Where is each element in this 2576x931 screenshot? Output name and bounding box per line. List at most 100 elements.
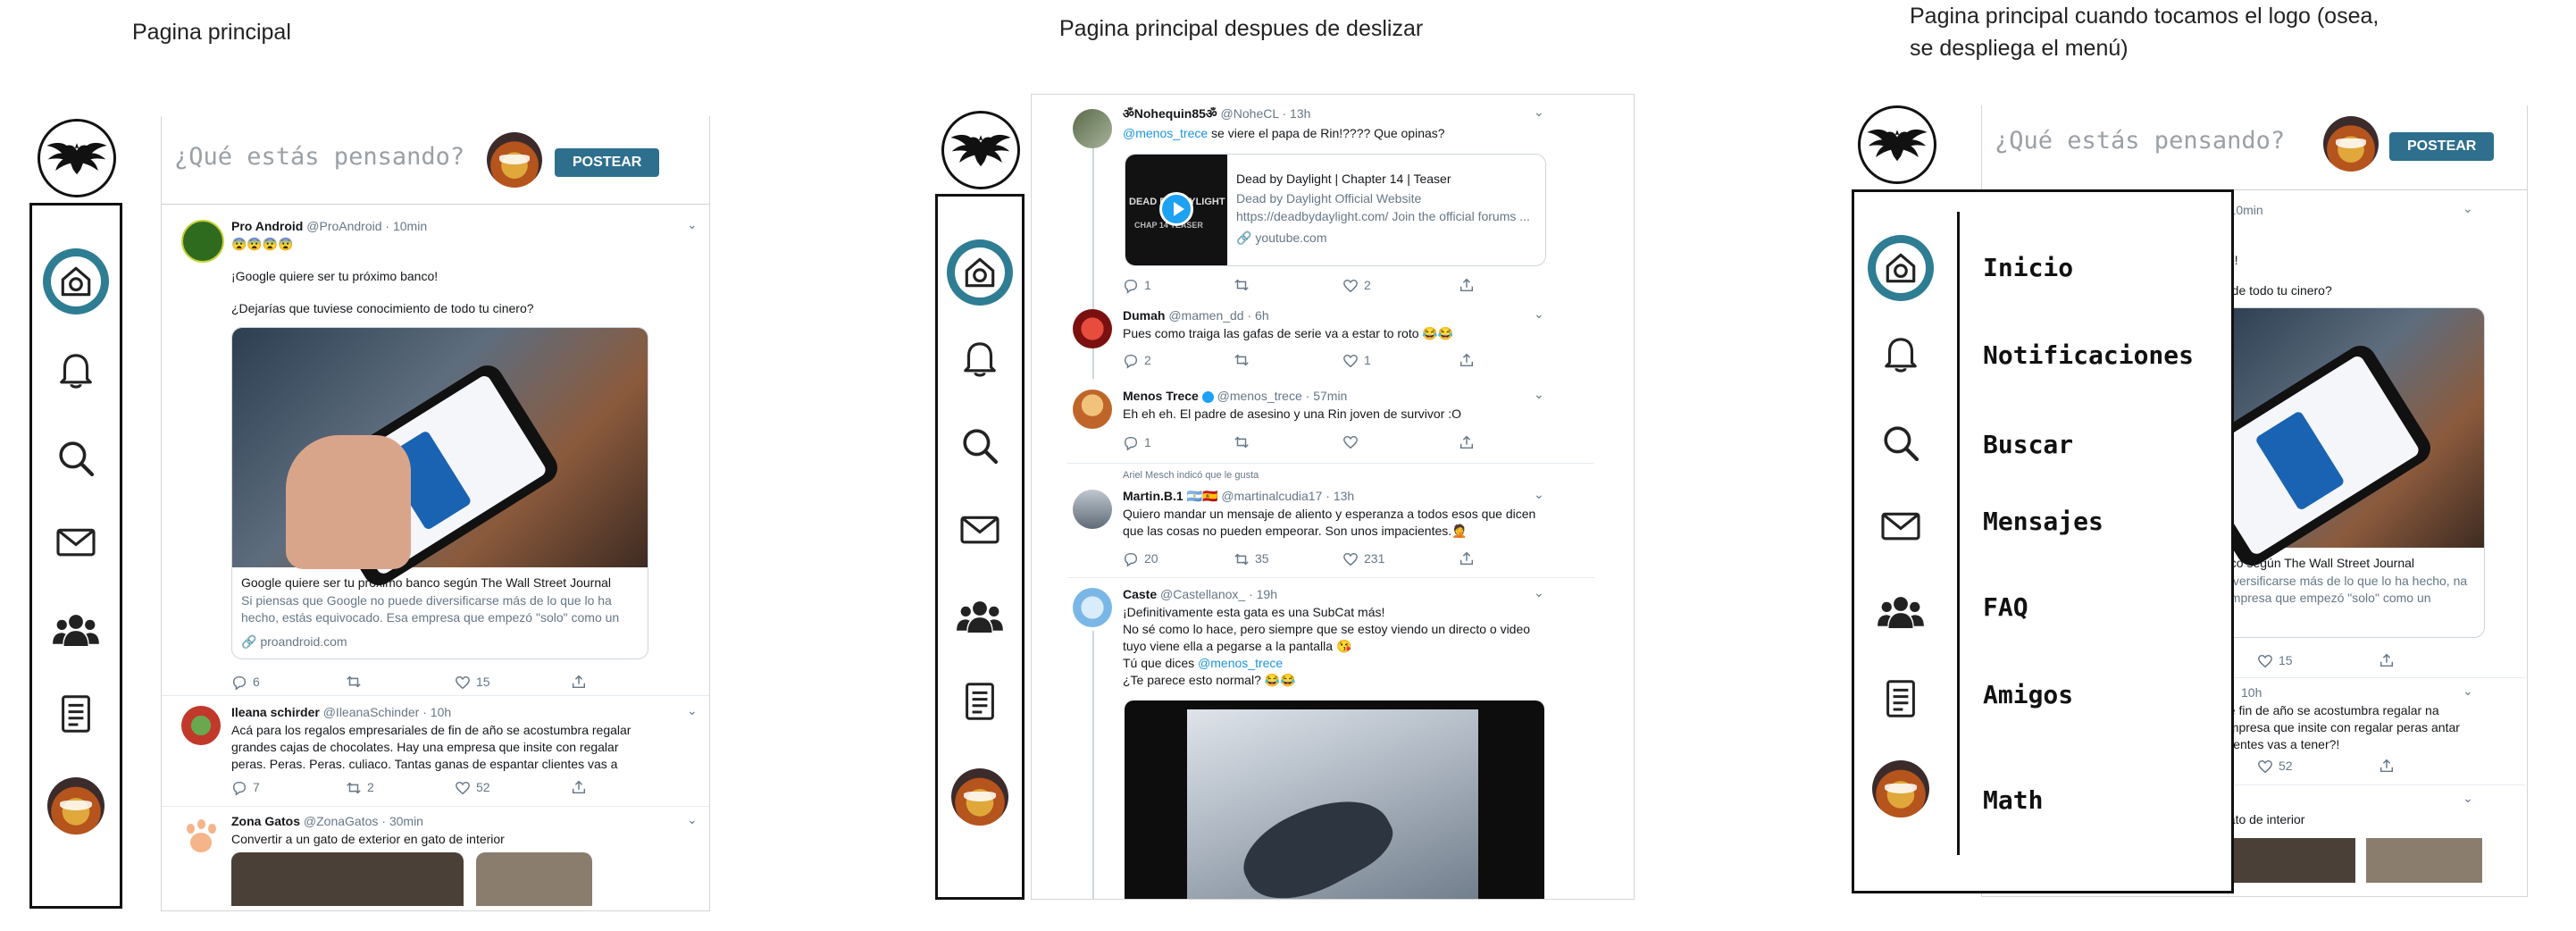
- search-icon[interactable]: [956, 422, 1004, 470]
- tweet-handle[interactable]: @mamen_dd: [1168, 308, 1243, 323]
- menu-item-faq[interactable]: FAQ: [1983, 592, 2028, 622]
- tweet-handle[interactable]: @ProAndroid: [306, 219, 381, 233]
- share-button[interactable]: [1459, 434, 1475, 450]
- document-icon[interactable]: [1877, 675, 1925, 723]
- compose-input[interactable]: ¿Qué estás pensando?: [174, 143, 464, 171]
- tweet[interactable]: Caste @Castellanox_ · 19h ⌄ ¡Definitivam…: [1032, 584, 1634, 899]
- eagle-logo-icon[interactable]: [941, 111, 1020, 189]
- mention-link[interactable]: @menos_trece: [1198, 656, 1283, 670]
- tweet-handle[interactable]: @IleanaSchinder: [323, 705, 420, 719]
- chevron-down-icon[interactable]: ⌄: [1534, 386, 1544, 403]
- like-button[interactable]: 52: [455, 779, 490, 796]
- like-button[interactable]: 15: [2257, 652, 2293, 669]
- eagle-logo-icon[interactable]: [1858, 105, 1936, 184]
- bell-icon[interactable]: [52, 346, 100, 394]
- tweet-author[interactable]: Zona Gatos: [231, 814, 300, 828]
- group-icon[interactable]: [52, 606, 100, 654]
- chevron-down-icon[interactable]: ⌄: [687, 702, 698, 719]
- tweet[interactable]: Dumah @mamen_dd · 6h ⌄ Pues como traiga …: [1032, 306, 1634, 381]
- profile-avatar[interactable]: [951, 768, 1008, 826]
- retweet-button[interactable]: [1234, 352, 1250, 368]
- chevron-down-icon[interactable]: ⌄: [1534, 306, 1544, 323]
- group-icon[interactable]: [956, 592, 1004, 641]
- like-button[interactable]: 2: [1342, 277, 1371, 294]
- search-icon[interactable]: [1877, 419, 1925, 467]
- chevron-down-icon[interactable]: ⌄: [1534, 486, 1544, 503]
- share-button[interactable]: [1459, 550, 1475, 566]
- tweet[interactable]: Ileana schirder @IleanaSchinder · 10h ⌄ …: [162, 699, 709, 802]
- reply-button[interactable]: 1: [1123, 434, 1151, 451]
- play-icon[interactable]: [1159, 192, 1193, 226]
- chevron-down-icon[interactable]: ⌄: [687, 811, 698, 828]
- like-button[interactable]: [1342, 434, 1359, 450]
- tweet[interactable]: ॐNohequin85ॐ @NoheCL · 13h ⌄ @menos_trec…: [1032, 102, 1634, 307]
- search-icon[interactable]: [52, 434, 100, 482]
- home-icon[interactable]: [43, 248, 109, 315]
- reply-button[interactable]: 1: [1123, 277, 1151, 294]
- compose-input[interactable]: ¿Qué estás pensando?: [1995, 127, 2285, 155]
- retweet-button[interactable]: [1234, 277, 1250, 293]
- tweet[interactable]: Zona Gatos @ZonaGatos · 30min ⌄ Converti…: [162, 809, 709, 910]
- retweet-button[interactable]: [346, 674, 362, 690]
- tweet-author[interactable]: Martin.B.1 🇦🇷🇪🇸: [1123, 489, 1217, 503]
- like-button[interactable]: 231: [1342, 550, 1384, 567]
- video-card[interactable]: DEAD BY DAYLIGHT CHAP 14 TEASER Dead by …: [1125, 154, 1546, 266]
- link-card[interactable]: Google quiere ser tu próximo banco según…: [231, 327, 648, 659]
- menu-item-amigos[interactable]: Amigos: [1983, 680, 2073, 709]
- like-button[interactable]: 1: [1342, 352, 1371, 369]
- like-button[interactable]: 15: [455, 674, 490, 691]
- share-button[interactable]: [1459, 352, 1475, 368]
- retweet-button[interactable]: 35: [1234, 550, 1269, 567]
- reply-button[interactable]: 6: [231, 674, 260, 691]
- mail-icon[interactable]: [1877, 502, 1925, 550]
- document-icon[interactable]: [52, 690, 100, 738]
- menu-item-buscar[interactable]: Buscar: [1983, 430, 2073, 459]
- chevron-down-icon[interactable]: ⌄: [687, 216, 698, 233]
- tweet-author[interactable]: Dumah: [1123, 308, 1165, 323]
- menu-item-math[interactable]: Math: [1983, 785, 2043, 815]
- profile-avatar[interactable]: [1872, 760, 1929, 818]
- tweet-handle[interactable]: @NoheCL: [1221, 106, 1279, 121]
- reply-button[interactable]: 7: [231, 779, 260, 796]
- tweet-handle[interactable]: @Castellanox_: [1160, 587, 1245, 601]
- profile-avatar[interactable]: [47, 777, 105, 835]
- chevron-down-icon[interactable]: ⌄: [2463, 200, 2473, 217]
- tweet-handle[interactable]: @ZonaGatos: [304, 814, 378, 828]
- eagle-logo-icon[interactable]: [38, 119, 116, 197]
- chevron-down-icon[interactable]: ⌄: [1534, 104, 1544, 121]
- document-icon[interactable]: [956, 677, 1004, 726]
- tweet[interactable]: Martin.B.1 🇦🇷🇪🇸 @martinalcudia17 · 13h ⌄…: [1032, 486, 1634, 575]
- mail-icon[interactable]: [52, 518, 100, 566]
- home-icon[interactable]: [1868, 235, 1934, 301]
- share-button[interactable]: [1459, 277, 1475, 293]
- share-button[interactable]: [571, 674, 587, 690]
- retweet-button[interactable]: [1234, 434, 1250, 450]
- chevron-down-icon[interactable]: ⌄: [2463, 790, 2473, 807]
- mention-link[interactable]: @menos_trece: [1123, 126, 1208, 140]
- bell-icon[interactable]: [956, 334, 1004, 382]
- tweet-video[interactable]: [1125, 700, 1544, 899]
- chevron-down-icon[interactable]: ⌄: [1534, 584, 1544, 601]
- mail-icon[interactable]: [956, 506, 1004, 554]
- menu-item-inicio[interactable]: Inicio: [1983, 253, 2073, 282]
- post-button[interactable]: POSTEAR: [555, 148, 660, 177]
- bell-icon[interactable]: [1877, 330, 1925, 378]
- post-button[interactable]: POSTEAR: [2389, 132, 2495, 161]
- tweet-author[interactable]: Caste: [1123, 587, 1157, 601]
- share-button[interactable]: [2379, 652, 2395, 668]
- tweet[interactable]: Menos Trece @menos_trece · 57min ⌄ Eh eh…: [1032, 386, 1634, 461]
- tweet-author[interactable]: Pro Android: [231, 219, 303, 233]
- chevron-down-icon[interactable]: ⌄: [2463, 683, 2473, 700]
- retweet-button[interactable]: 2: [346, 779, 374, 796]
- tweet-handle[interactable]: @menos_trece: [1217, 389, 1302, 403]
- tweet-author[interactable]: Ileana schirder: [231, 705, 320, 719]
- share-button[interactable]: [571, 779, 587, 795]
- reply-button[interactable]: 2: [1123, 352, 1151, 369]
- video-thumbnail[interactable]: DEAD BY DAYLIGHT CHAP 14 TEASER: [1125, 155, 1227, 265]
- share-button[interactable]: [2379, 758, 2395, 774]
- home-icon[interactable]: [947, 239, 1013, 306]
- tweet-author[interactable]: Menos Trece: [1123, 389, 1199, 403]
- tweet-author[interactable]: ॐNohequin85ॐ: [1123, 106, 1217, 121]
- tweet-handle[interactable]: @martinalcudia17: [1221, 489, 1322, 503]
- link-card[interactable]: nco según The Wall Street Journal divers…: [2221, 307, 2485, 638]
